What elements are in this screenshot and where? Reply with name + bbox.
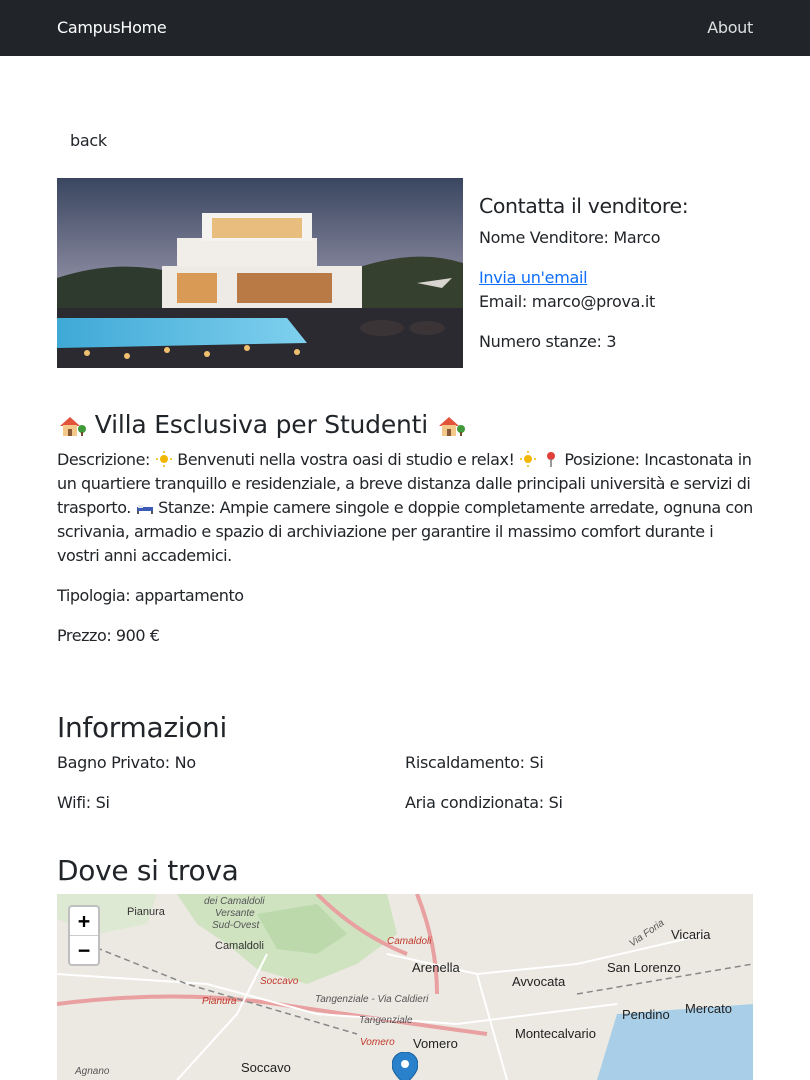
bed-icon [136, 505, 153, 514]
map-label: Arenella [412, 960, 460, 975]
contact-title: Contatta il venditore: [479, 194, 689, 218]
location-marker-icon[interactable] [392, 1052, 418, 1080]
send-email-link[interactable]: Invia un'email [479, 266, 779, 290]
sun-icon [155, 451, 172, 467]
description-paragraph: Descrizione: Benvenuti nella vostra oasi… [57, 448, 757, 568]
map-label: Vicaria [671, 927, 711, 942]
zoom-in-button[interactable]: + [70, 907, 98, 936]
seller-email: Email: marco@prova.it [479, 292, 656, 311]
location-heading: Dove si trova [57, 854, 239, 887]
map-label: Pianura [202, 996, 237, 1007]
house-icon [438, 417, 465, 436]
wifi: Wifi: Si [57, 793, 110, 812]
description-label: Descrizione: [57, 450, 150, 469]
map-label: Avvocata [512, 974, 566, 989]
description-welcome: Benvenuti nella vostra oasi di studio e … [177, 450, 515, 469]
zoom-out-button[interactable]: − [70, 936, 98, 965]
map-label: Tangenziale [359, 1015, 413, 1026]
map-label: Mercato [685, 1001, 732, 1016]
back-button[interactable]: back [70, 131, 107, 150]
info-heading: Informazioni [57, 711, 227, 744]
room-count: Numero stanze: 3 [479, 332, 617, 351]
sun-icon [520, 451, 537, 467]
map-label: Vomero [413, 1036, 458, 1051]
listing-title: Villa Esclusiva per Studenti [57, 407, 757, 443]
map-label: Pianura [127, 906, 165, 918]
listing-description: Descrizione: Benvenuti nella vostra oasi… [57, 448, 757, 664]
pin-icon [546, 452, 555, 467]
map-label: Tangenziale - Via Caldieri [315, 994, 429, 1005]
map-label: Vomero [360, 1037, 395, 1048]
seller-name: Nome Venditore: Marco [479, 228, 661, 247]
map-label: Soccavo [241, 1060, 291, 1075]
navbar: CampusHome About [0, 0, 810, 56]
private-bathroom: Bagno Privato: No [57, 753, 196, 772]
location-map[interactable]: + − Pianura dei Camaldoli Versante Sud-O… [57, 894, 753, 1080]
map-label: Versante [215, 908, 255, 919]
house-icon [60, 417, 86, 436]
map-label: Soccavo [260, 976, 299, 987]
villa-photo [57, 178, 463, 368]
brand-link[interactable]: CampusHome [57, 18, 167, 37]
map-label: Camaldoli [387, 936, 432, 947]
seller-contact: Contatta il venditore: Nome Venditore: M… [479, 194, 779, 354]
map-label: Sud-Ovest [212, 920, 260, 931]
air-conditioning: Aria condizionata: Si [405, 793, 563, 812]
listing-type: Tipologia: appartamento [57, 586, 244, 605]
nav-about-link[interactable]: About [707, 18, 753, 37]
map-label: San Lorenzo [607, 960, 681, 975]
zoom-control: + − [68, 905, 100, 966]
map-label: dei Camaldoli [204, 896, 265, 907]
listing-title-text: Villa Esclusiva per Studenti [94, 410, 429, 439]
listing-price: Prezzo: 900 € [57, 626, 160, 645]
map-label: Agnano [75, 1066, 110, 1077]
map-label: Camaldoli [215, 940, 264, 952]
heating: Riscaldamento: Si [405, 753, 544, 772]
map-label: Pendino [622, 1007, 670, 1022]
map-label: Montecalvario [515, 1026, 596, 1041]
description-rooms: Stanze: Ampie camere singole e doppie co… [57, 498, 753, 565]
